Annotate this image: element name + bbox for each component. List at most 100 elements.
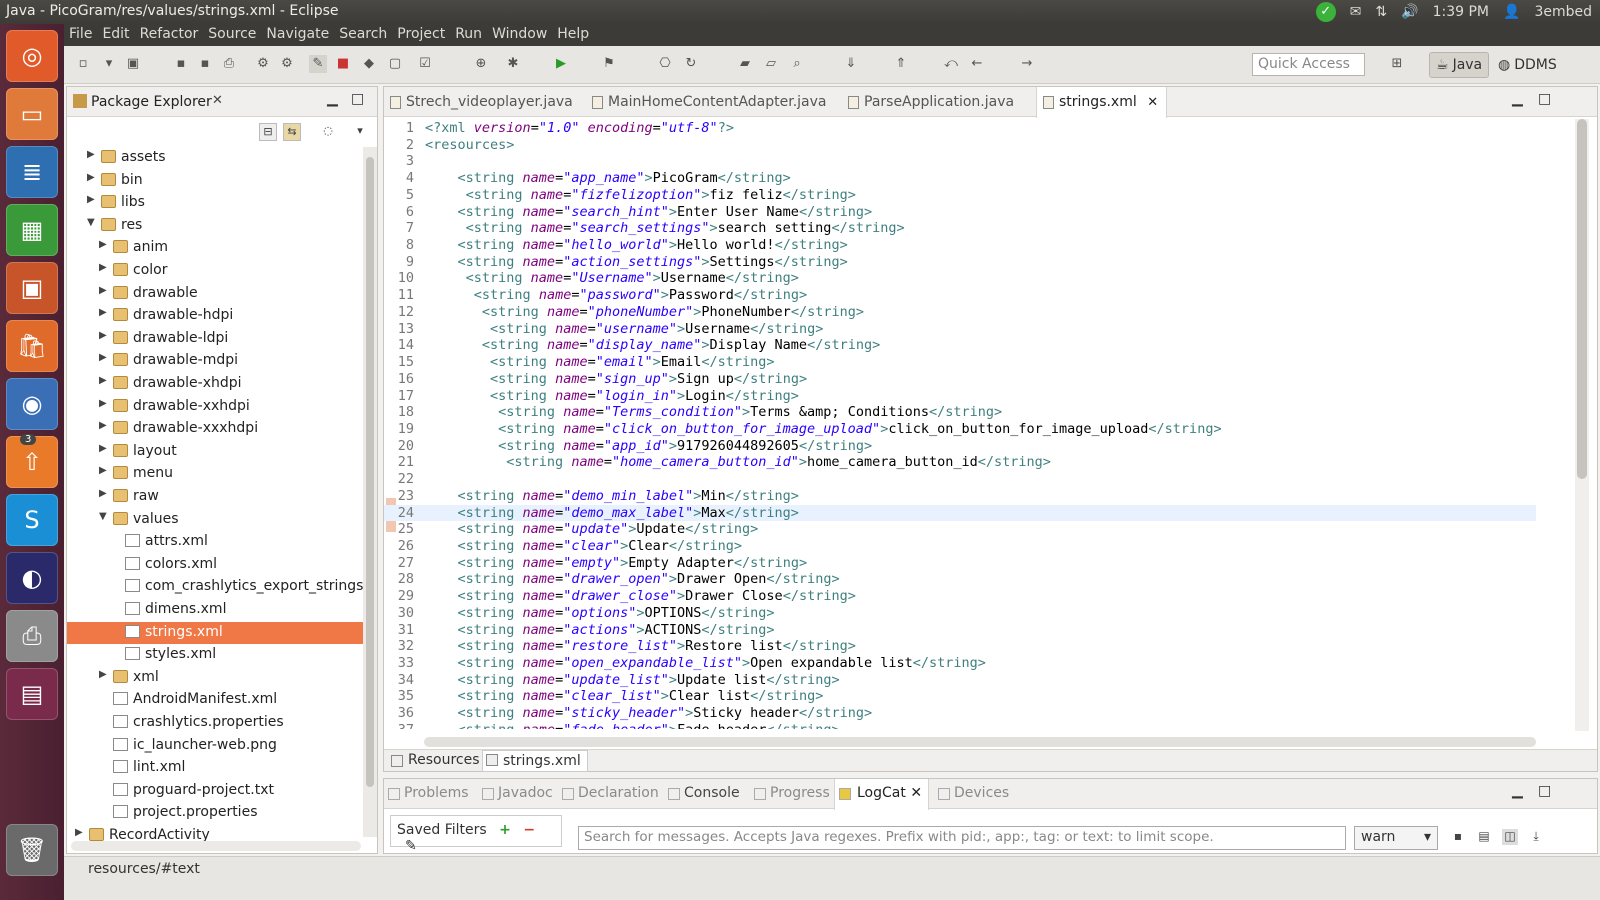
collapsed-arrow-icon[interactable]: ▶ bbox=[99, 488, 111, 499]
code-line[interactable]: 37 <string name="fade_header">Fade heade… bbox=[384, 722, 1536, 729]
next-annotation-icon[interactable]: ⇓ bbox=[842, 55, 860, 73]
code-line[interactable]: 17 <string name="login_in">Login</string… bbox=[384, 388, 1536, 405]
clock[interactable]: 1:39 PM bbox=[1433, 4, 1489, 20]
tree-item[interactable]: lint.xml bbox=[67, 757, 363, 779]
maximize-icon[interactable]: □ bbox=[351, 91, 364, 107]
trash-icon[interactable]: 🗑 bbox=[6, 824, 58, 876]
collapsed-arrow-icon[interactable]: ▶ bbox=[87, 172, 99, 183]
code-line[interactable]: 20 <string name="app_id">917926044892605… bbox=[384, 438, 1536, 455]
code-line[interactable]: 12 <string name="phoneNumber">PhoneNumbe… bbox=[384, 304, 1536, 321]
dropdown-icon[interactable]: ▾ bbox=[100, 55, 118, 73]
menu-refactor[interactable]: Refactor bbox=[135, 24, 204, 46]
tree-item[interactable]: styles.xml bbox=[67, 644, 363, 666]
files-icon[interactable]: ▭ bbox=[6, 88, 58, 140]
code-line[interactable]: 23 <string name="demo_min_label">Min</st… bbox=[384, 488, 1536, 505]
tree-item[interactable]: ▶ drawable-hdpi bbox=[67, 305, 363, 327]
last-edit-icon[interactable]: ⤺ bbox=[942, 55, 960, 73]
editor-horizontal-scrollbar[interactable] bbox=[424, 737, 1536, 747]
code-line[interactable]: 36 <string name="sticky_header">Sticky h… bbox=[384, 705, 1536, 722]
tree-item[interactable]: ▶ drawable-xhdpi bbox=[67, 373, 363, 395]
avd-manager-icon[interactable]: ▢ bbox=[386, 55, 404, 73]
close-icon[interactable]: ✕ bbox=[212, 93, 223, 108]
printer-icon[interactable]: ⎙ bbox=[6, 610, 58, 662]
code-line[interactable]: 18 <string name="Terms_condition">Terms … bbox=[384, 404, 1536, 421]
menu-edit[interactable]: Edit bbox=[97, 24, 134, 46]
tree-item[interactable]: ▶ xml bbox=[67, 667, 363, 689]
refresh-icon[interactable]: ↻ bbox=[682, 55, 700, 73]
maximize-icon[interactable]: □ bbox=[1538, 91, 1551, 107]
tree-item[interactable]: ▼ res bbox=[67, 215, 363, 237]
open-perspective-icon[interactable]: ⊞ bbox=[1388, 55, 1406, 73]
dash-home-icon[interactable]: ◎ bbox=[6, 30, 58, 82]
tab-devices[interactable]: Devices bbox=[936, 785, 1009, 801]
tab-strech-videoplayer[interactable]: Strech_videoplayer.java bbox=[384, 87, 581, 117]
tree-item[interactable]: ▶ drawable-ldpi bbox=[67, 328, 363, 350]
chrome-icon[interactable]: ◉ bbox=[6, 378, 58, 430]
collapse-all-icon[interactable]: ⊟ bbox=[259, 123, 277, 141]
code-line[interactable]: 21 <string name="home_camera_button_id">… bbox=[384, 454, 1536, 471]
tree-item[interactable]: AndroidManifest.xml bbox=[67, 689, 363, 711]
package-explorer-tab[interactable]: Package Explorer ✕ ▁ □ bbox=[67, 87, 377, 117]
tree-item[interactable]: strings.xml bbox=[67, 621, 363, 644]
code-line[interactable]: 4 <string name="app_name">PicoGram</stri… bbox=[384, 170, 1536, 187]
tree-item[interactable]: ic_launcher-web.png bbox=[67, 735, 363, 757]
code-line[interactable]: 13 <string name="username">Username</str… bbox=[384, 321, 1536, 338]
code-line[interactable]: 1 <?xml version="1.0" encoding="utf-8"?> bbox=[384, 120, 1536, 137]
new-icon[interactable]: ▫ bbox=[74, 55, 92, 73]
code-line[interactable]: 2 <resources> bbox=[384, 137, 1536, 154]
tree-item[interactable]: ▶ anim bbox=[67, 237, 363, 259]
tab-resources[interactable]: Resources bbox=[388, 752, 486, 768]
new-class-icon[interactable]: ⊕ bbox=[472, 55, 490, 73]
add-filter-icon[interactable]: + bbox=[499, 822, 511, 838]
tab-progress[interactable]: Progress bbox=[752, 785, 830, 801]
menu-window[interactable]: Window bbox=[487, 24, 552, 46]
collapsed-arrow-icon[interactable]: ▶ bbox=[87, 194, 99, 205]
maximize-icon[interactable]: □ bbox=[1538, 783, 1551, 799]
debug-icon[interactable]: ✱ bbox=[504, 55, 522, 73]
expanded-arrow-icon[interactable]: ▼ bbox=[99, 511, 111, 522]
tab-strings-xml-source[interactable]: strings.xml bbox=[482, 750, 588, 772]
code-line[interactable]: 8 <string name="hello_world">Hello world… bbox=[384, 237, 1536, 254]
tree-item[interactable]: com_crashlytics_export_strings.xr bbox=[67, 576, 363, 598]
collapsed-arrow-icon[interactable]: ▶ bbox=[99, 352, 111, 363]
save-icon[interactable]: ▪ bbox=[172, 55, 190, 73]
mark-occurrences-icon[interactable]: ✎ bbox=[309, 55, 327, 73]
tab-parseapplication[interactable]: ParseApplication.java bbox=[842, 87, 1022, 117]
log-level-select[interactable]: warn ▾ bbox=[1354, 826, 1438, 850]
code-line[interactable]: 30 <string name="options">OPTIONS</strin… bbox=[384, 605, 1536, 622]
code-line[interactable]: 6 <string name="search_hint">Enter User … bbox=[384, 204, 1536, 221]
code-line[interactable]: 24 <string name="demo_max_label">Max</st… bbox=[384, 504, 1536, 522]
volume-icon[interactable]: 🔊 bbox=[1401, 4, 1418, 20]
open-folder-icon[interactable]: ▰ bbox=[736, 55, 754, 73]
tree-scroll-thumb[interactable] bbox=[366, 157, 374, 787]
tab-problems[interactable]: Problems bbox=[386, 785, 469, 801]
code-line[interactable]: 32 <string name="restore_list">Restore l… bbox=[384, 638, 1536, 655]
remove-filter-icon[interactable]: − bbox=[523, 822, 535, 838]
code-line[interactable]: 27 <string name="empty">Empty Adapter</s… bbox=[384, 555, 1536, 572]
editor-vertical-scrollbar[interactable] bbox=[1575, 119, 1589, 731]
save-log-icon[interactable]: ▪ bbox=[1450, 829, 1466, 845]
task-icon[interactable]: ☑ bbox=[416, 55, 434, 73]
menu-run[interactable]: Run bbox=[450, 24, 487, 46]
tree-item[interactable]: ▶ libs bbox=[67, 192, 363, 214]
updater-icon[interactable]: 3 ⇧ bbox=[6, 434, 58, 488]
java-perspective-button[interactable]: ☕ Java bbox=[1429, 52, 1490, 78]
code-line[interactable]: 33 <string name="open_expandable_list">O… bbox=[384, 655, 1536, 672]
build-icon[interactable]: ⚙ bbox=[254, 55, 272, 73]
tree-item[interactable]: dimens.xml bbox=[67, 599, 363, 621]
expanded-arrow-icon[interactable]: ▼ bbox=[87, 217, 99, 228]
eclipse-icon[interactable]: ◐ bbox=[6, 552, 58, 604]
minimize-icon[interactable]: ▁ bbox=[1512, 91, 1523, 107]
scroll-lock-icon[interactable]: ⤓ bbox=[1528, 829, 1544, 845]
tree-item[interactable]: ▶ bin bbox=[67, 170, 363, 192]
open-type-icon[interactable]: ⎔ bbox=[656, 55, 674, 73]
code-line[interactable]: 28 <string name="drawer_open">Drawer Ope… bbox=[384, 571, 1536, 588]
tree-item[interactable]: crashlytics.properties bbox=[67, 712, 363, 734]
skype-icon[interactable]: S bbox=[6, 494, 58, 546]
tab-console[interactable]: Console bbox=[666, 785, 740, 801]
software-center-icon[interactable]: 🛍 bbox=[6, 320, 58, 372]
code-line[interactable]: 7 <string name="search_settings">search … bbox=[384, 220, 1536, 237]
code-line[interactable]: 35 <string name="clear_list">Clear list<… bbox=[384, 688, 1536, 705]
menu-search[interactable]: Search bbox=[334, 24, 392, 46]
print-icon[interactable]: ⎙ bbox=[220, 55, 238, 73]
